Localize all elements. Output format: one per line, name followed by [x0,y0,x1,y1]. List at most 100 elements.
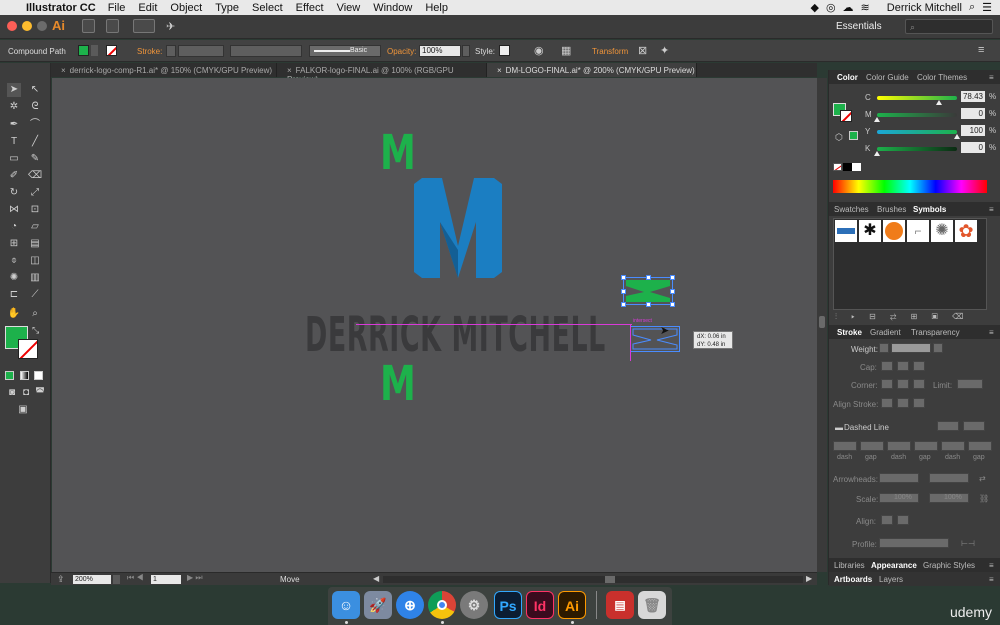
stroke-stepper[interactable] [166,45,176,57]
none-color-swatch[interactable] [833,163,842,171]
green-m-top[interactable]: M [380,124,416,182]
k-channel-slider[interactable] [877,147,957,151]
symbol-ring[interactable]: ✺ [931,220,953,242]
resize-handle[interactable] [670,289,675,294]
gap-field-1[interactable] [860,441,884,451]
brush-definition[interactable]: Basic [309,45,381,57]
gradient-mode-button[interactable] [20,371,29,380]
symbol-bluebar[interactable] [835,220,857,242]
sync-icon[interactable]: ◎ [826,1,836,14]
blend-tool-icon[interactable]: ◫ [28,254,42,268]
artboard-tool-icon[interactable]: ⊏ [7,288,21,302]
menu-window[interactable]: Window [373,2,412,14]
artboard-number-field[interactable]: 1 [151,575,181,584]
dropbox-icon[interactable]: ◆ [810,1,818,14]
tab-transparency[interactable]: Transparency [911,328,960,337]
gap-field-2[interactable] [914,441,938,451]
hand-tool-icon[interactable]: ✋ [7,307,21,321]
tab-symbols[interactable]: Symbols [913,205,946,214]
fill-dropdown[interactable] [91,45,98,56]
align-dash-button[interactable] [963,421,985,431]
tab-appearance[interactable]: Appearance [871,561,917,570]
miter-join-button[interactable] [881,379,893,389]
arrowhead-start-select[interactable] [879,473,919,483]
y-value-field[interactable]: 100 [961,125,985,136]
screen-mode-icon[interactable]: ▣ [16,403,30,417]
blue-m-logo-mark[interactable] [412,178,504,280]
downloads-stack-icon[interactable]: ▤ [606,591,634,619]
gap-field-3[interactable] [968,441,992,451]
resize-handle[interactable] [621,302,626,307]
scrollbar-thumb[interactable] [819,316,825,328]
user-name[interactable]: Derrick Mitchell [887,2,962,14]
dash-field-3[interactable] [941,441,965,451]
isolate-object-icon[interactable]: ⊠ [638,44,647,57]
tab-dm-logo-final[interactable]: × DM-LOGO-FINAL.ai* @ 200% (CMYK/GPU Prev… [487,63,697,77]
logo-wordmark[interactable]: DERRICK MITCHELL [305,305,606,365]
weight-stepper[interactable] [879,343,889,353]
tab-swatches[interactable]: Swatches [834,205,869,214]
graphic-style-swatch[interactable] [499,45,510,56]
opacity-field[interactable]: 100% [419,45,461,57]
chrome-icon[interactable] [428,591,456,619]
menu-select[interactable]: Select [252,2,283,14]
scale-tool-icon[interactable]: ⤢ [28,186,42,200]
app-menu[interactable]: Illustrator CC [26,2,96,14]
draw-behind-icon[interactable]: ◘ [19,386,33,400]
slice-tool-icon[interactable]: ⟋ [28,288,42,302]
appearance-panel-menu-icon[interactable]: ≡ [989,561,994,570]
column-graph-tool-icon[interactable]: ▥ [28,271,42,285]
gpu-performance-icon[interactable]: ✈ [166,20,175,33]
photoshop-icon[interactable]: Ps [494,591,522,619]
arrow-tip-beyond-button[interactable] [881,515,893,525]
line-tool-icon[interactable]: ╱ [28,135,42,149]
m-channel-slider[interactable] [877,113,957,117]
tab-stroke[interactable]: Stroke [837,328,862,337]
tab-color-guide[interactable]: Color Guide [866,73,909,82]
round-join-button[interactable] [897,379,909,389]
stroke-swatch[interactable] [106,45,117,56]
swap-arrowheads-icon[interactable]: ⇄ [979,474,986,483]
arrow-end-scale[interactable]: 100% [929,493,969,503]
notification-center-icon[interactable]: ☰ [982,1,992,14]
resize-handle[interactable] [646,302,651,307]
rotate-tool-icon[interactable]: ↻ [7,186,21,200]
menu-file[interactable]: File [108,2,126,14]
menu-effect[interactable]: Effect [296,2,324,14]
spotlight-icon[interactable]: ⌕ [969,1,975,14]
artboard-nav-last-icon[interactable]: ▶ ⏭ [187,573,203,583]
profile-select[interactable] [879,538,949,548]
perspective-grid-tool-icon[interactable]: ▱ [28,220,42,234]
minimize-window-button[interactable] [22,21,32,31]
close-tab-icon[interactable]: × [61,66,66,75]
creative-cloud-icon[interactable]: ☁ [843,1,854,14]
bridge-icon[interactable] [82,19,95,33]
align-outside-button[interactable] [913,398,925,408]
stroke-weight-field[interactable] [178,45,224,57]
arrange-documents-icon[interactable] [133,19,155,33]
menu-object[interactable]: Object [170,2,202,14]
y-slider-thumb[interactable] [954,134,960,139]
free-transform-tool-icon[interactable]: ⊡ [28,203,42,217]
none-mode-button[interactable] [34,371,43,380]
menu-edit[interactable]: Edit [138,2,157,14]
zoom-dropdown[interactable] [113,575,120,584]
hscroll-thumb[interactable] [605,576,615,583]
symbols-panel-menu-icon[interactable]: ≡ [989,205,994,214]
symbol-flower[interactable]: ✿ [955,220,977,242]
weight-dropdown[interactable] [933,343,943,353]
resize-handle[interactable] [646,275,651,280]
weight-field[interactable] [891,343,931,353]
m-slider-thumb[interactable] [874,117,880,122]
color-spectrum-bar[interactable] [833,180,987,193]
mesh-tool-icon[interactable]: ⊞ [7,237,21,251]
system-preferences-icon[interactable]: ⚙ [460,591,488,619]
direct-selection-tool-icon[interactable]: ↖ [28,83,42,97]
indesign-icon[interactable]: Id [526,591,554,619]
variable-width-profile[interactable] [230,45,302,57]
trash-icon[interactable]: 🗑 [638,591,666,619]
align-inside-button[interactable] [897,398,909,408]
hscroll-left-icon[interactable]: ◀ [373,574,379,583]
shaper-tool-icon[interactable]: ✐ [7,169,21,183]
out-of-gamut-icon[interactable]: ⬡ [835,132,843,143]
